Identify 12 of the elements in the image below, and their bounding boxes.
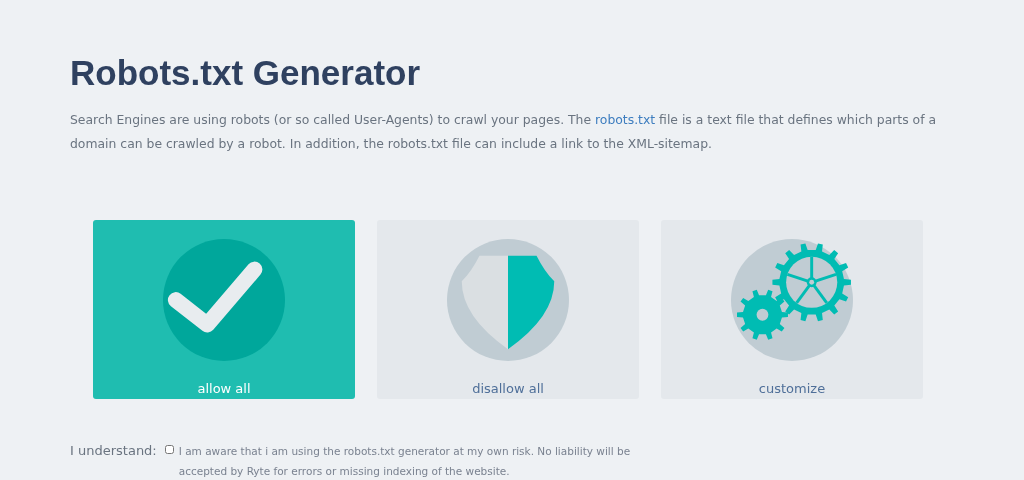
intro-paragraph: Search Engines are using robots (or so called User-Agents) to crawl your pages. The robots.txt file is a text file that defines which parts of a domain can be crawled by a robot. In addition, the robots.txt file can include a link to the XML-sitemap. — [70, 111, 938, 153]
gears-icon — [737, 243, 851, 340]
page-title: Robots.txt Generator — [70, 52, 422, 94]
consent-label: I understand: — [70, 442, 157, 460]
robots-txt-link[interactable]: robots.txt — [595, 112, 656, 127]
consent-checkbox[interactable] — [164, 445, 174, 454]
shield-icon — [461, 255, 555, 350]
option-card[interactable]: customize — [661, 220, 923, 399]
consent-text: I am aware that i am using the robots.txt generator at my own risk. No liability will be accepted by Ryte for errors or missing indexing of the website. — [178, 444, 632, 479]
option-card[interactable]: allow all — [93, 220, 355, 399]
option-card[interactable]: disallow all — [377, 220, 639, 399]
checkmark-icon — [167, 261, 263, 333]
